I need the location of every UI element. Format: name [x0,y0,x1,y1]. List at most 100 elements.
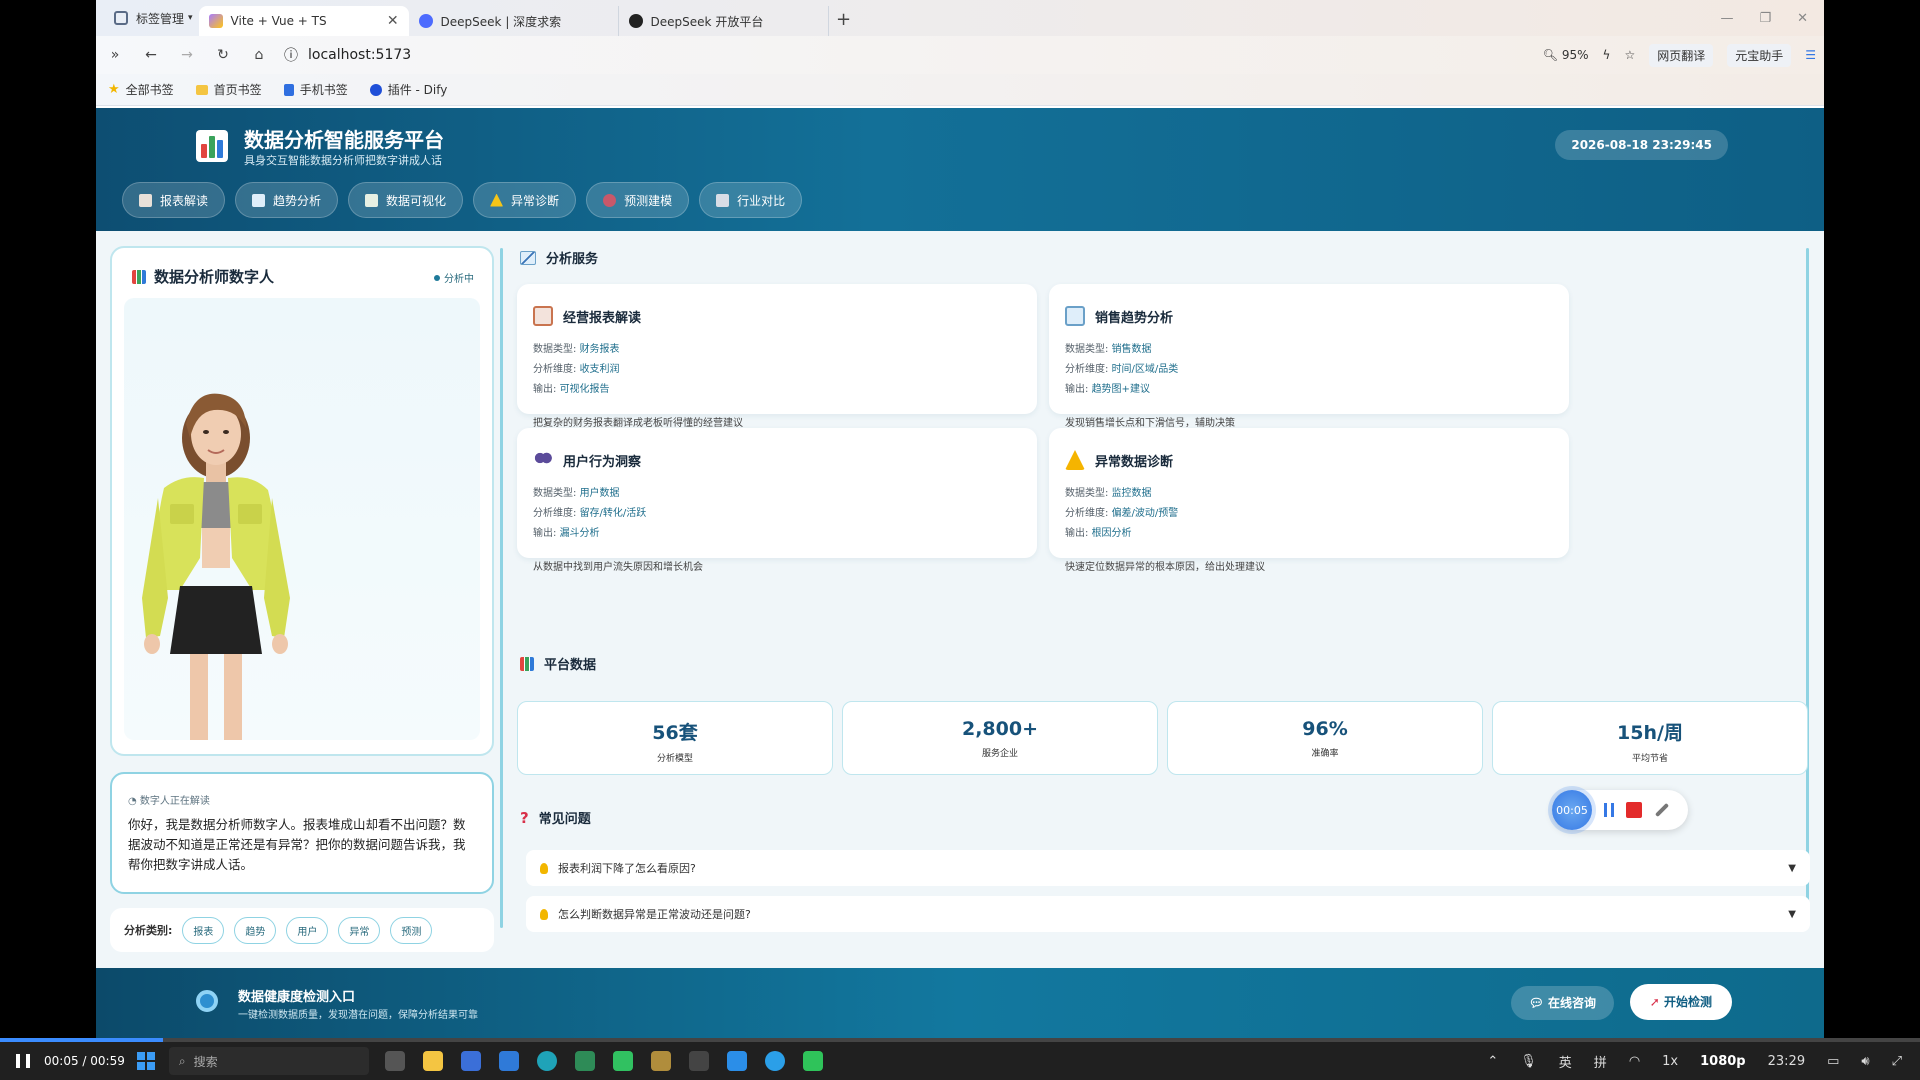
category-chip[interactable]: 趋势 [234,916,277,944]
service-card[interactable]: 销售趋势分析 数据类型: 销售数据 分析维度: 时间/区域/品类 输出: 趋势图… [1049,284,1569,429]
search-placeholder: 搜索 [193,1054,218,1069]
bookmark-home[interactable]: 首页书签 [195,81,262,98]
left-scrollbar[interactable] [500,248,503,928]
nav-visualization[interactable]: 数据可视化 [348,182,464,218]
bookmark-mobile[interactable]: 手机书签 [283,81,348,98]
faq-item[interactable]: 怎么判断数据异常是正常波动还是问题? ▼ [526,896,1810,932]
pen-icon[interactable] [1654,802,1670,818]
faq-item[interactable]: 报表利润下降了怎么看原因? ▼ [526,850,1810,886]
nav-trend[interactable]: 趋势分析 [235,182,339,218]
video-time: 00:05 / 00:59 [44,1054,125,1068]
nav-report[interactable]: 报表解读 [122,182,226,218]
file-explorer-icon[interactable] [422,1051,443,1071]
category-label: 分析类别: [124,924,173,937]
wechat-icon[interactable] [802,1051,823,1071]
pip-icon[interactable]: ▭ [1827,1054,1839,1069]
taskbar-search[interactable]: ⌕ 搜索 [168,1047,369,1075]
consult-button[interactable]: 💬︎ 在线咨询 [1510,986,1614,1020]
resolution-indicator[interactable]: 1080p [1700,1054,1746,1069]
service-dimension: 分析维度: 留存/转化/活跃 [533,504,1021,524]
nav-anomaly[interactable]: 异常诊断 [473,182,577,218]
assistant-button[interactable]: 元宝助手 [1727,43,1792,67]
avatar-title: 数据分析师数字人 [132,266,274,287]
service-desc: 把复杂的财务报表翻译成老板听得懂的经营建议 [533,418,743,429]
wechat-dev-icon[interactable] [612,1051,633,1071]
store-icon[interactable] [460,1051,481,1071]
sidebar-toggle-icon[interactable]: » [104,47,126,63]
lang-indicator[interactable]: 英 [1559,1052,1572,1071]
folder-icon [195,84,208,95]
service-type: 数据类型: 用户数据 [533,484,1021,504]
zoom-value: 95% [1561,48,1589,62]
star-icon[interactable]: ☆ [1624,48,1635,62]
bookmarks-bar: ★ 全部书签 首页书签 手机书签 插件 - Dify [96,74,1824,106]
window-controls: — ❐ ✕ [1720,0,1824,36]
windows-start-icon[interactable] [136,1052,155,1070]
app-header: 数据分析智能服务平台 具身交互智能数据分析师把数字讲成人话 2026-08-18… [96,108,1824,231]
qq-browser-icon[interactable] [764,1051,785,1071]
faq-heading: ? 常见问题 [520,808,591,828]
category-chip[interactable]: 用户 [286,916,329,944]
digital-human-viewport[interactable] [124,298,480,740]
bolt-icon[interactable]: ϟ [1603,48,1611,62]
trend-chart-icon [252,193,266,207]
volume-icon[interactable]: 🔊︎ [1861,1054,1869,1069]
consult-label: 在线咨询 [1547,996,1596,1010]
category-chip[interactable]: 异常 [338,916,381,944]
zoom-indicator[interactable]: 🔍︎ 95% [1543,48,1589,62]
ime-indicator[interactable]: 拼 [1594,1052,1607,1071]
maximize-icon[interactable]: ❐ [1759,11,1771,26]
service-card[interactable]: 用户行为洞察 数据类型: 用户数据 分析维度: 留存/转化/活跃 输出: 漏斗分… [517,428,1037,573]
close-icon[interactable]: ✕ [387,13,399,29]
minimize-icon[interactable]: — [1720,11,1733,26]
stop-icon[interactable] [1626,802,1642,818]
folder-icon[interactable] [650,1051,671,1071]
mail-icon[interactable] [498,1051,519,1071]
service-card[interactable]: 异常数据诊断 数据类型: 监控数据 分析维度: 偏差/波动/预警 输出: 根因分… [1049,428,1569,573]
category-chip[interactable]: 报表 [182,916,225,944]
edge-icon[interactable] [536,1051,557,1071]
new-tab-button[interactable]: + [829,6,859,36]
status-badge: 分析中 [434,270,474,285]
field-label: 分析维度: [1065,364,1109,375]
start-check-button[interactable]: ➚ 开始检测 [1629,984,1732,1020]
service-dimension: 分析维度: 收支利润 [533,360,1021,380]
url-field[interactable]: ⓘ localhost:5173 [284,40,1529,70]
task-view-icon[interactable] [384,1051,405,1071]
services-heading: 分析服务 [520,248,598,267]
wifi-icon[interactable]: ◠ [1629,1054,1640,1069]
console-icon[interactable] [688,1051,709,1071]
bookmark-all[interactable]: ★ 全部书签 [108,81,174,98]
users-icon [533,450,553,470]
tab-deepseek[interactable]: DeepSeek | 深度求索 [409,6,619,36]
vscode-icon[interactable] [726,1051,747,1071]
forward-icon[interactable]: → [176,47,198,63]
stat-value: 15h/周 [1617,722,1683,744]
speed-indicator[interactable]: 1x [1662,1054,1678,1069]
service-title: 销售趋势分析 [1095,310,1174,326]
trend-chart-icon [1065,306,1085,326]
fullscreen-icon[interactable]: ⤢ [1892,1054,1902,1069]
reload-icon[interactable]: ↻ [212,47,234,63]
menu-icon[interactable]: ☰ [1805,48,1816,62]
field-value: 财务报表 [579,344,620,355]
terminal-icon[interactable] [574,1051,595,1071]
pause-icon[interactable] [1604,803,1614,817]
right-scrollbar[interactable] [1806,248,1809,928]
close-window-icon[interactable]: ✕ [1797,11,1808,26]
bookmark-dify[interactable]: 插件 - Dify [369,81,447,98]
nav-industry[interactable]: 行业对比 [699,182,803,218]
pause-icon[interactable] [16,1054,30,1068]
tab-vite[interactable]: Vite + Vue + TS ✕ [198,6,409,36]
tab-group[interactable]: 标签管理 ▾ [96,0,199,36]
service-card[interactable]: 经营报表解读 数据类型: 财务报表 分析维度: 收支利润 输出: 可视化报告 把… [517,284,1037,429]
datetime-badge: 2026-08-18 23:29:45 [1555,130,1728,160]
nav-forecast[interactable]: 预测建模 [586,182,690,218]
chevron-up-icon[interactable]: ⌃ [1487,1054,1498,1069]
translate-button[interactable]: 网页翻译 [1649,43,1714,67]
tab-deepseek-platform[interactable]: DeepSeek 开放平台 [619,6,829,36]
back-icon[interactable]: ← [140,47,162,63]
home-icon[interactable]: ⌂ [248,47,270,63]
category-chip[interactable]: 预测 [390,916,433,944]
mic-icon[interactable]: 🎙︎ [1520,1054,1537,1069]
